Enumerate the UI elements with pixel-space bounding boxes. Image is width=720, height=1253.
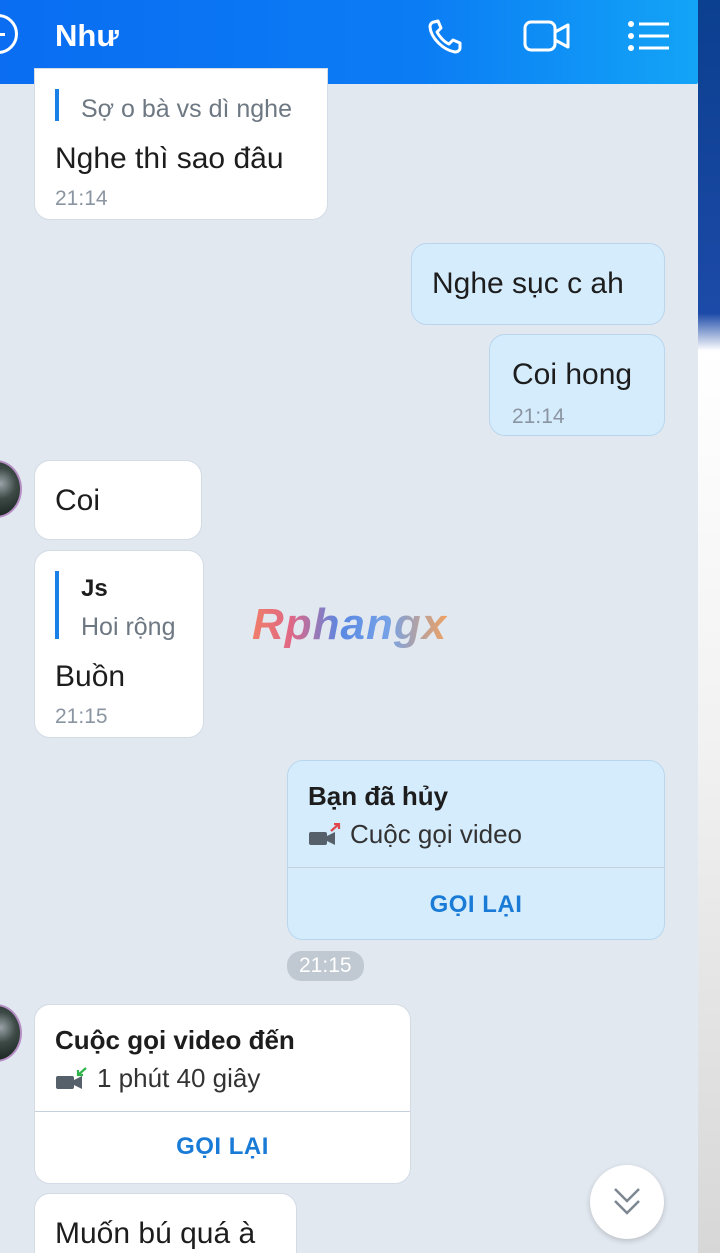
call-info: Cuộc gọi video <box>308 819 522 850</box>
call-subtitle: Cuộc gọi video <box>350 819 522 849</box>
video-call-outgoing-icon <box>308 822 342 847</box>
watermark: Rphangx <box>252 600 448 649</box>
message-text: Nghe thì sao đâu <box>55 142 284 175</box>
message-text: Coi hong <box>512 358 633 391</box>
avatar[interactable] <box>0 1004 22 1062</box>
call-title: Cuộc gọi video đến <box>55 1025 295 1055</box>
message-time: 21:14 <box>512 405 565 428</box>
reply-quote: Sợ o bà vs dì nghe <box>55 89 292 123</box>
message-bubble[interactable]: Coi hong 21:14 <box>489 334 665 436</box>
video-camera-icon[interactable] <box>522 14 572 58</box>
call-card[interactable]: Cuộc gọi video đến 1 phút 40 giây GỌI LẠ… <box>34 1004 411 1184</box>
message-bubble[interactable]: Sợ o bà vs dì nghe Nghe thì sao đâu 21:1… <box>34 68 328 220</box>
call-back-button[interactable]: GỌI LẠI <box>288 891 664 919</box>
video-call-incoming-icon <box>55 1066 89 1091</box>
quote-text: Hoi rộng <box>81 613 176 641</box>
double-chevron-down-icon[interactable] <box>590 1165 664 1239</box>
background-edge <box>698 0 720 1253</box>
message-time: 21:14 <box>55 187 108 210</box>
avatar[interactable] <box>0 460 22 518</box>
call-back-button[interactable]: GỌI LẠI <box>35 1133 410 1161</box>
message-text: Muốn bú quá à <box>55 1217 256 1250</box>
message-bubble[interactable]: Nghe sục c ah <box>411 243 665 325</box>
quote-text: Sợ o bà vs dì nghe <box>81 95 292 123</box>
phone-icon[interactable] <box>424 14 474 58</box>
message-bubble[interactable]: Muốn bú quá à <box>34 1193 297 1253</box>
call-title: Bạn đã hủy <box>308 781 449 811</box>
call-card[interactable]: Bạn đã hủy Cuộc gọi video GỌI LẠI <box>287 760 665 940</box>
message-bubble[interactable]: Js Hoi rộng Buồn 21:15 <box>34 550 204 738</box>
quote-author: Js <box>81 575 108 602</box>
call-subtitle: 1 phút 40 giây <box>97 1063 261 1093</box>
message-text: Coi <box>55 484 101 517</box>
chat-screen: Như Sợ o bà vs dì nghe Nghe thì sao đâu … <box>0 0 698 1253</box>
divider <box>288 867 664 868</box>
back-arrow-icon[interactable] <box>0 14 18 54</box>
timestamp-pill: 21:15 <box>287 951 364 981</box>
list-menu-icon[interactable] <box>624 14 674 58</box>
message-time: 21:15 <box>55 705 108 728</box>
reply-quote: Js Hoi rộng <box>55 571 176 641</box>
message-text: Buồn <box>55 660 126 693</box>
call-info: 1 phút 40 giây <box>55 1063 260 1094</box>
divider <box>35 1111 410 1112</box>
contact-name[interactable]: Như <box>55 18 119 54</box>
message-text: Nghe sục c ah <box>432 267 624 300</box>
message-bubble[interactable]: Coi <box>34 460 202 540</box>
